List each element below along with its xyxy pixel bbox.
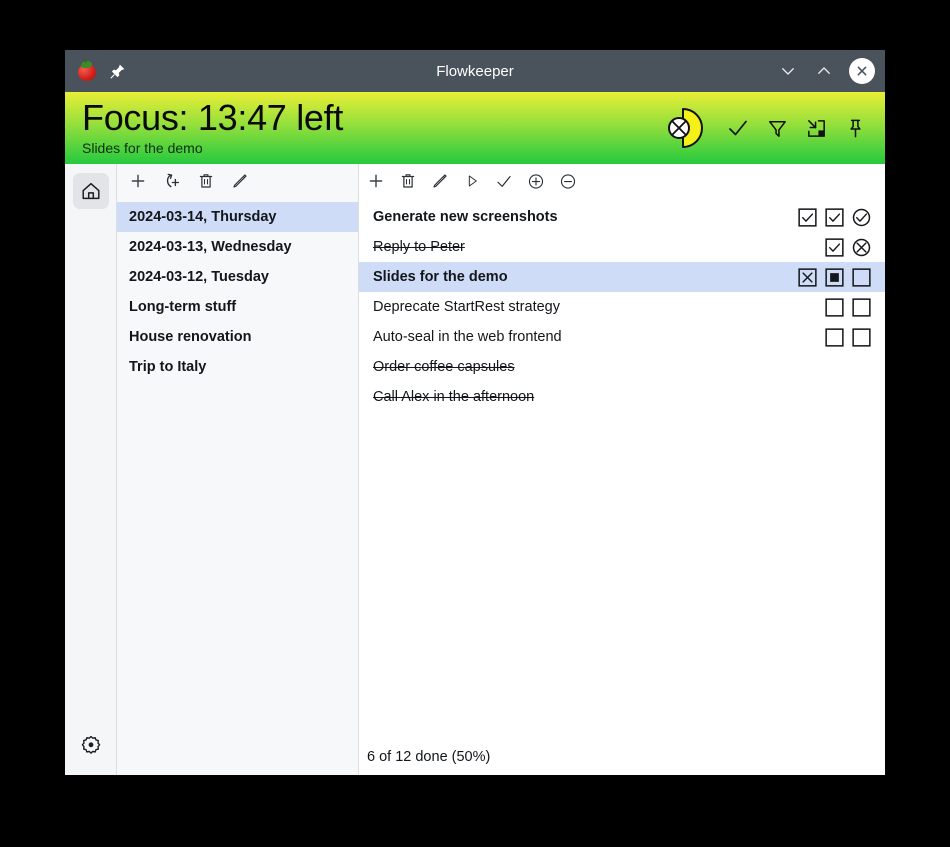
trash-icon[interactable]: [399, 172, 417, 190]
chevron-down-icon[interactable]: [777, 60, 799, 82]
pomodoro-empty-square-icon[interactable]: [852, 297, 871, 317]
backlog-sidebar: 2024-03-14, Thursday 2024-03-13, Wednesda…: [117, 164, 359, 775]
task-label: Reply to Peter: [373, 239, 465, 255]
pin-icon[interactable]: [109, 63, 126, 80]
circle-minus-icon[interactable]: [559, 172, 577, 190]
plus-icon[interactable]: [367, 172, 385, 190]
task-row[interactable]: Call Alex in the afternoon: [359, 382, 885, 412]
backlog-item-label: House renovation: [129, 329, 252, 345]
status-bar: 6 of 12 done (50%): [367, 749, 491, 765]
pomodoro-empty-square-icon[interactable]: [852, 267, 871, 287]
focus-subtitle: Slides for the demo: [82, 139, 203, 156]
pencil-icon[interactable]: [231, 172, 249, 190]
window-title: Flowkeeper: [436, 62, 514, 80]
pomodoro-x-square-icon[interactable]: [798, 267, 817, 287]
pomodoro-empty-square-icon[interactable]: [825, 327, 844, 347]
pomodoro-group: [825, 297, 871, 317]
task-row[interactable]: Generate new screenshots: [359, 202, 885, 232]
backlog-item[interactable]: 2024-03-14, Thursday: [117, 202, 358, 232]
backlog-item-label: Trip to Italy: [129, 359, 207, 375]
pomodoro-group: [825, 237, 871, 257]
backlog-item-label: 2024-03-12, Tuesday: [129, 269, 269, 285]
task-row[interactable]: Order coffee capsules: [359, 352, 885, 382]
task-label: Call Alex in the afternoon: [373, 389, 535, 405]
icon-rail: [65, 164, 117, 775]
backlog-item[interactable]: House renovation: [117, 322, 358, 352]
task-label: Order coffee capsules: [373, 359, 515, 375]
pomodoro-group: [798, 207, 871, 227]
window-controls: [777, 58, 875, 84]
timer-pie-void-icon[interactable]: [662, 105, 708, 151]
dock-icon[interactable]: [805, 117, 828, 140]
pomodoro-check-circle-icon[interactable]: [852, 208, 871, 227]
pomodoro-check-square-icon[interactable]: [825, 237, 844, 257]
complete-icon[interactable]: [726, 116, 750, 140]
pomodoro-filled-square-icon[interactable]: [825, 267, 844, 287]
pin-icon[interactable]: [844, 117, 867, 140]
backlog-item-label: 2024-03-14, Thursday: [129, 209, 277, 225]
task-row[interactable]: Slides for the demo: [359, 262, 885, 292]
pomodoro-check-square-icon[interactable]: [798, 207, 817, 227]
task-label: Slides for the demo: [373, 269, 508, 285]
header-actions: [662, 105, 867, 151]
pomodoro-group: [825, 327, 871, 347]
chevron-up-icon[interactable]: [813, 60, 835, 82]
circle-plus-icon[interactable]: [527, 172, 545, 190]
focus-title: Focus: 13:47 left: [82, 97, 344, 139]
task-panel: Generate new screenshots Reply to Peter Sl…: [359, 164, 885, 775]
app-window: Flowkeeper Focus: 13:47 left Slides for …: [65, 50, 885, 775]
focus-header-texts: Focus: 13:47 left Slides for the demo: [82, 97, 344, 156]
rail-bottom: [73, 727, 109, 775]
pomodoro-empty-square-icon[interactable]: [852, 327, 871, 347]
close-icon[interactable]: [849, 58, 875, 84]
task-row[interactable]: Auto-seal in the web frontend: [359, 322, 885, 352]
task-row[interactable]: Reply to Peter: [359, 232, 885, 262]
pencil-icon[interactable]: [431, 172, 449, 190]
body-area: 2024-03-14, Thursday 2024-03-13, Wednesda…: [65, 164, 885, 775]
backlog-list: 2024-03-14, Thursday 2024-03-13, Wednesda…: [117, 198, 358, 775]
task-row[interactable]: Deprecate StartRest strategy: [359, 292, 885, 322]
pomodoro-check-square-icon[interactable]: [825, 207, 844, 227]
filter-icon[interactable]: [766, 117, 789, 140]
title-bar: Flowkeeper: [65, 50, 885, 92]
pomodoro-x-circle-icon[interactable]: [852, 238, 871, 257]
backlog-item[interactable]: Long-term stuff: [117, 292, 358, 322]
sidebar-toolbar: [117, 164, 358, 198]
gear-icon[interactable]: [73, 727, 109, 763]
backlog-item[interactable]: Trip to Italy: [117, 352, 358, 382]
backlog-item[interactable]: 2024-03-13, Wednesday: [117, 232, 358, 262]
backlog-item-label: 2024-03-13, Wednesday: [129, 239, 292, 255]
plus-icon[interactable]: [129, 172, 147, 190]
pomodoro-empty-square-icon[interactable]: [825, 297, 844, 317]
task-label: Deprecate StartRest strategy: [373, 299, 560, 315]
focus-header: Focus: 13:47 left Slides for the demo: [65, 92, 885, 164]
tomato-icon: [77, 60, 97, 81]
pomodoro-group: [798, 267, 871, 287]
home-icon[interactable]: [72, 173, 109, 209]
check-icon[interactable]: [495, 172, 513, 190]
task-label: Generate new screenshots: [373, 209, 558, 225]
backlog-item-label: Long-term stuff: [129, 299, 237, 315]
task-toolbar: [359, 164, 885, 198]
title-bar-left-icons: [77, 60, 126, 81]
backlog-item[interactable]: 2024-03-12, Tuesday: [117, 262, 358, 292]
task-list: Generate new screenshots Reply to Peter Sl…: [359, 198, 885, 739]
trash-icon[interactable]: [197, 172, 215, 190]
task-label: Auto-seal in the web frontend: [373, 329, 562, 345]
play-icon[interactable]: [463, 172, 481, 190]
arrow-plus-icon[interactable]: [163, 172, 181, 190]
